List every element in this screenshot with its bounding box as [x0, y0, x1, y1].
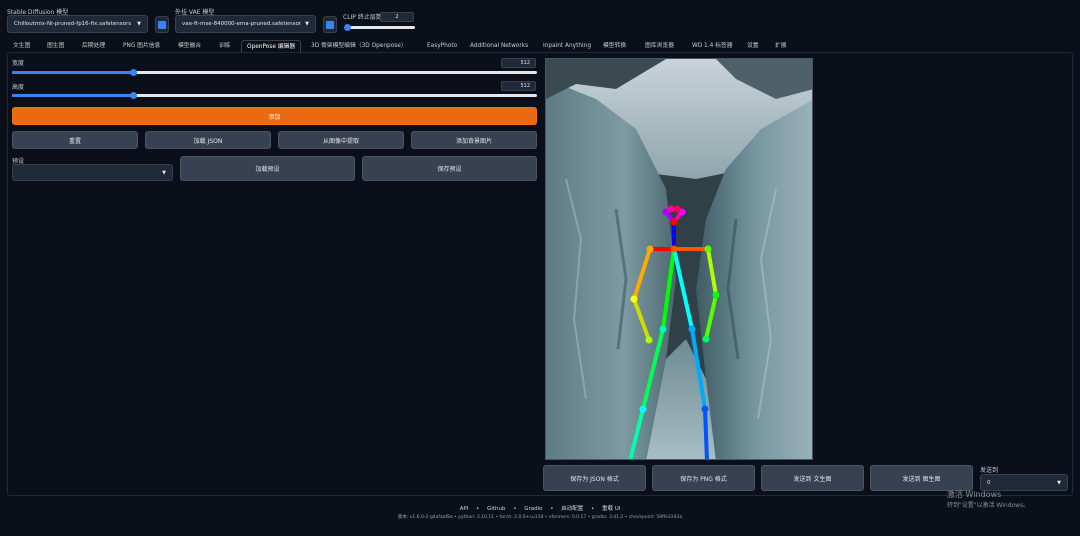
- sd-model-dropdown[interactable]: Chilloutmix-Ni-pruned-fp16-fix.safetenso…: [7, 15, 148, 33]
- tab-settings[interactable]: 设置: [742, 40, 764, 52]
- height-label: 高度: [12, 84, 25, 91]
- keypoint-left-hip[interactable]: [688, 325, 696, 333]
- send-to-img2img-button[interactable]: 发送到 图生图: [870, 465, 973, 491]
- width-input[interactable]: 512: [501, 58, 536, 68]
- refresh-icon: [326, 20, 334, 29]
- send-to-label: 发送到: [980, 467, 999, 474]
- footer-link-github[interactable]: Github: [487, 506, 505, 512]
- keypoint-left-knee[interactable]: [701, 405, 709, 413]
- keypoint-right-wrist[interactable]: [645, 336, 653, 344]
- tab-png-info[interactable]: PNG 图片信息: [118, 40, 165, 52]
- height-slider-fill: [12, 94, 133, 97]
- keypoint-nose[interactable]: [670, 218, 678, 226]
- keypoint-left-shoulder[interactable]: [704, 245, 712, 253]
- refresh-icon: [158, 20, 166, 29]
- tab-extensions[interactable]: 扩展: [770, 40, 792, 52]
- preset-dropdown[interactable]: ▼: [12, 164, 173, 181]
- width-slider-fill: [12, 71, 133, 74]
- pose-canvas[interactable]: [545, 58, 813, 460]
- height-input[interactable]: 512: [501, 81, 536, 91]
- width-slider-knob[interactable]: [129, 69, 137, 76]
- add-button[interactable]: 添加: [12, 107, 537, 125]
- width-slider[interactable]: [12, 69, 537, 76]
- sd-model-value: Chilloutmix-Ni-pruned-fp16-fix.safetenso…: [14, 21, 134, 27]
- chevron-down-icon: ▼: [137, 21, 141, 27]
- tab-checkpoint-merger[interactable]: 模型融合: [173, 40, 206, 52]
- clip-label: CLIP 终止层数: [343, 14, 382, 21]
- save-json-button[interactable]: 保存为 JSON 格式: [543, 465, 646, 491]
- vae-dropdown[interactable]: vae-ft-mse-840000-ema-pruned.safetensors…: [175, 15, 316, 33]
- footer-separator: •: [550, 506, 554, 512]
- tab-train[interactable]: 训练: [214, 40, 236, 52]
- version-info: 版本: v1.6.0-2-g4afaaf8a • python: 3.10.11…: [397, 515, 683, 520]
- keypoint-right-hip[interactable]: [659, 325, 667, 333]
- keypoint-left-ear[interactable]: [673, 205, 681, 213]
- tab-wd14-tagger[interactable]: WD 1.4 标签器: [687, 40, 738, 52]
- keypoint-right-shoulder[interactable]: [646, 245, 654, 253]
- refresh-sd-model-button[interactable]: [155, 16, 169, 33]
- footer-separator: •: [513, 506, 517, 512]
- tab-model-converter[interactable]: 模型转换: [598, 40, 631, 52]
- refresh-vae-button[interactable]: [323, 16, 337, 33]
- tab-inpaint-anything[interactable]: Inpaint Anything: [538, 40, 596, 52]
- keypoint-right-elbow[interactable]: [630, 295, 638, 303]
- tab-easyphoto[interactable]: EasyPhoto: [422, 40, 462, 52]
- openpose-skeleton[interactable]: [546, 59, 813, 460]
- footer-link-startup-profile[interactable]: 启动配置: [561, 506, 583, 512]
- save-png-button[interactable]: 保存为 PNG 格式: [652, 465, 755, 491]
- tab-additional-networks[interactable]: Additional Networks: [465, 40, 533, 52]
- chevron-down-icon: ▼: [305, 21, 309, 27]
- height-slider[interactable]: [12, 92, 537, 99]
- load-preset-button[interactable]: 加载预设: [180, 156, 355, 181]
- footer-separator: •: [591, 506, 595, 512]
- keypoint-left-elbow[interactable]: [712, 291, 720, 299]
- footer-link-gradio[interactable]: Gradio: [524, 506, 542, 512]
- add-background-button[interactable]: 添加背景图片: [411, 131, 537, 149]
- width-label: 宽度: [12, 60, 25, 67]
- load-json-button[interactable]: 加载 JSON: [145, 131, 271, 149]
- windows-activation-title: 激活 Windows: [947, 490, 1002, 499]
- height-slider-knob[interactable]: [129, 92, 137, 99]
- clip-stop-slider[interactable]: [344, 24, 415, 31]
- keypoint-right-ear[interactable]: [667, 205, 675, 213]
- tab-img2img[interactable]: 图生图: [42, 40, 69, 52]
- main-tabs: 文生图 图生图 后期处理 PNG 图片信息 模型融合 训练 OpenPose 编…: [8, 40, 1074, 52]
- tab-openpose-editor[interactable]: OpenPose 编辑器: [241, 40, 302, 52]
- chevron-down-icon: ▼: [1057, 479, 1061, 486]
- keypoint-right-knee[interactable]: [639, 405, 647, 413]
- tab-txt2img[interactable]: 文生图: [8, 40, 35, 52]
- footer-links: API • Github • Gradio • 启动配置 • 重载 UI: [0, 504, 1080, 512]
- send-to-txt2img-button[interactable]: 发送到 文生图: [761, 465, 864, 491]
- keypoint-neck[interactable]: [670, 245, 678, 253]
- keypoint-left-wrist[interactable]: [702, 335, 710, 343]
- footer-separator: •: [476, 506, 480, 512]
- footer-link-api[interactable]: API: [460, 506, 469, 512]
- save-preset-button[interactable]: 保存预设: [362, 156, 537, 181]
- tab-extras[interactable]: 后期处理: [77, 40, 110, 52]
- clip-stop-slider-knob[interactable]: [344, 24, 351, 31]
- tab-3d-openpose[interactable]: 3D 骨架模型编辑（3D Openpose）: [306, 40, 412, 52]
- vae-value: vae-ft-mse-840000-ema-pruned.safetensors: [182, 21, 302, 27]
- tab-image-browser[interactable]: 图库浏览器: [640, 40, 679, 52]
- reset-button[interactable]: 重置: [12, 131, 138, 149]
- detect-from-image-button[interactable]: 从图像中提取: [278, 131, 404, 149]
- clip-stop-input[interactable]: 2: [380, 12, 414, 22]
- chevron-down-icon: ▼: [162, 169, 166, 176]
- send-to-value: 0: [987, 479, 991, 486]
- footer-link-reload-ui[interactable]: 重载 UI: [602, 506, 620, 512]
